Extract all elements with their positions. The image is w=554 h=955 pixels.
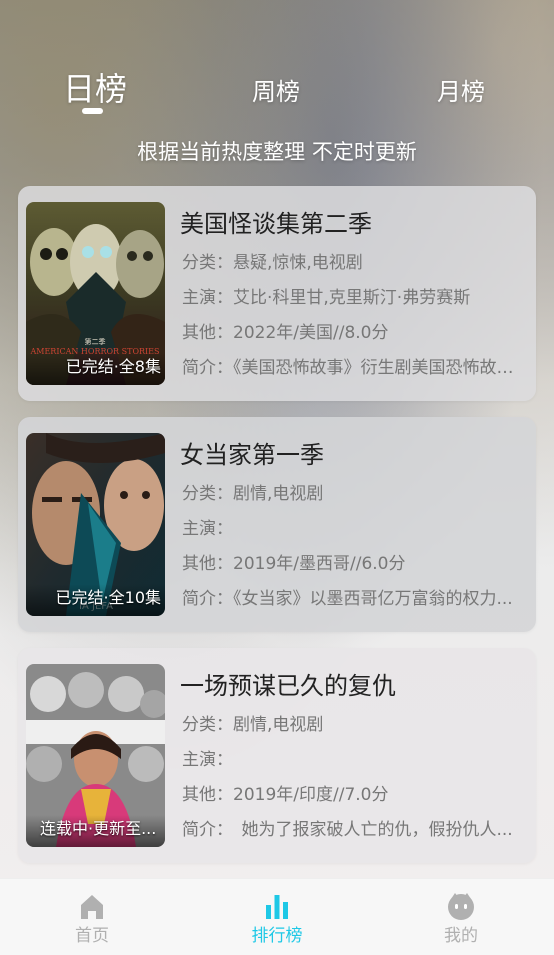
category-label: 分类： [182,715,233,735]
poster-image[interactable]: 连载中·更新至... [26,664,165,847]
active-tab-indicator [82,108,103,114]
cast-row: 主演：艾比·科里甘,克里斯汀·弗劳赛斯 [182,283,527,308]
other-value: 2019年/墨西哥//6.0分 [233,554,406,574]
show-title[interactable]: 一场预谋已久的复仇 [180,666,396,701]
ranking-tabs: 日榜 周榜 月榜 [0,60,554,120]
cast-row: 主演： [182,745,527,770]
intro-value: 她为了报家破人亡的仇，假扮仇人... [224,820,513,840]
intro-row: 简介：《女当家》以墨西哥亿万富翁的权力... [182,584,527,609]
profile-face-icon [448,893,474,920]
nav-mine-label: 我的 [444,926,478,946]
intro-label: 简介： [182,358,233,378]
category-row: 分类：悬疑,惊悚,电视剧 [182,248,527,273]
other-row: 其他：2022年/美国//8.0分 [182,318,527,343]
intro-value: 《女当家》以墨西哥亿万富翁的权力... [233,589,513,609]
category-value: 剧情,电视剧 [233,484,324,504]
other-label: 其他： [182,554,233,574]
category-value: 悬疑,惊悚,电视剧 [233,253,363,273]
intro-label: 简介： [182,820,225,840]
cast-label: 主演： [182,519,233,539]
ranking-subtitle: 根据当前热度整理 不定时更新 [137,140,417,164]
tab-weekly[interactable]: 周榜 [252,72,300,107]
intro-label: 简介： [182,589,233,609]
episode-status: 连载中·更新至... [26,815,165,847]
intro-row: 简介：《美国恐怖故事》衍生剧美国恐怖故事... [182,353,527,378]
nav-ranking[interactable]: 排行榜 [237,891,317,946]
cast-label: 主演： [182,288,233,308]
cast-value: 艾比·科里甘,克里斯汀·弗劳赛斯 [233,288,471,308]
cast-row: 主演： [182,514,527,539]
nav-ranking-label: 排行榜 [251,926,303,946]
bottom-navigation: 首页 排行榜 我的 [0,878,554,955]
show-card[interactable]: 第二季 AMERICAN HORROR STORIES 已完结·全8集 美国怪谈… [18,186,536,401]
nav-mine[interactable]: 我的 [421,891,501,946]
cast-label: 主演： [182,750,233,770]
bar-chart-icon [266,895,288,919]
show-title[interactable]: 女当家第一季 [180,435,324,470]
tab-daily[interactable]: 日榜 [63,64,127,110]
other-row: 其他：2019年/墨西哥//6.0分 [182,549,527,574]
home-icon [81,895,103,919]
nav-home-label: 首页 [75,926,109,946]
poster-image[interactable]: 第二季 AMERICAN HORROR STORIES 已完结·全8集 [26,202,165,385]
other-value: 2019年/印度//7.0分 [233,785,389,805]
other-label: 其他： [182,323,233,343]
category-label: 分类： [182,484,233,504]
show-card[interactable]: IA JEFA 已完结·全10集 女当家第一季 分类：剧情,电视剧 主演： 其他… [18,417,536,632]
nav-home[interactable]: 首页 [52,891,132,946]
episode-status: 已完结·全10集 [26,584,165,616]
category-row: 分类：剧情,电视剧 [182,710,527,735]
show-title[interactable]: 美国怪谈集第二季 [180,204,372,239]
category-value: 剧情,电视剧 [233,715,324,735]
show-card[interactable]: 连载中·更新至... 一场预谋已久的复仇 分类：剧情,电视剧 主演： 其他：20… [18,648,536,863]
intro-value: 《美国恐怖故事》衍生剧美国恐怖故事... [233,358,527,378]
ranking-list: 第二季 AMERICAN HORROR STORIES 已完结·全8集 美国怪谈… [18,186,536,879]
poster-image[interactable]: IA JEFA 已完结·全10集 [26,433,165,616]
category-row: 分类：剧情,电视剧 [182,479,527,504]
other-row: 其他：2019年/印度//7.0分 [182,780,527,805]
svg-text:第二季: 第二季 [85,337,106,346]
other-label: 其他： [182,785,233,805]
episode-status: 已完结·全8集 [26,353,165,385]
tab-monthly[interactable]: 月榜 [437,72,485,107]
intro-row: 简介： 她为了报家破人亡的仇，假扮仇人... [182,815,527,840]
other-value: 2022年/美国//8.0分 [233,323,389,343]
category-label: 分类： [182,253,233,273]
